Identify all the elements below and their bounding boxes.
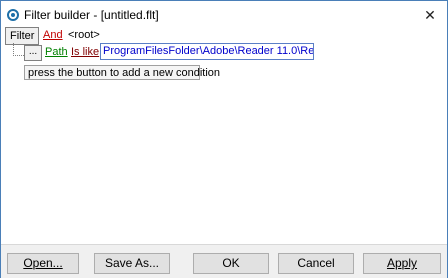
save-as-button[interactable]: Save As... <box>94 253 170 274</box>
group-operator-link[interactable]: And <box>43 29 63 41</box>
cancel-button[interactable]: Cancel <box>278 253 354 274</box>
condition-operator-link[interactable]: Is like <box>71 46 99 58</box>
ok-button[interactable]: OK <box>193 253 269 274</box>
open-button[interactable]: Open... <box>7 253 79 274</box>
close-icon[interactable]: ✕ <box>417 4 443 26</box>
save-as-button-label: Save As... <box>104 256 160 270</box>
apply-button[interactable]: Apply <box>363 253 441 274</box>
target-icon <box>7 9 19 21</box>
condition-value-input[interactable]: ProgramFilesFolder\Adobe\Reader 11.0\Rea… <box>100 43 314 60</box>
add-condition-hint: press the button to add a new condition <box>24 65 220 80</box>
open-button-label: Open... <box>23 256 63 270</box>
filter-tree-area: Filter And <root> ... Path Is like Progr… <box>2 27 446 244</box>
window-title: Filter builder - [untitled.flt] <box>24 8 159 22</box>
button-bar: Open... Save As... OK Cancel Apply <box>1 244 447 278</box>
filter-builder-window: Filter builder - [untitled.flt] ✕ Filter… <box>0 0 448 278</box>
apply-button-label: Apply <box>386 256 418 270</box>
condition-field-link[interactable]: Path <box>45 46 68 58</box>
group-name: <root> <box>68 29 100 41</box>
condition-menu-button[interactable]: ... <box>24 45 42 61</box>
tree-connector <box>13 43 24 56</box>
title-bar: Filter builder - [untitled.flt] ✕ <box>1 1 447 31</box>
